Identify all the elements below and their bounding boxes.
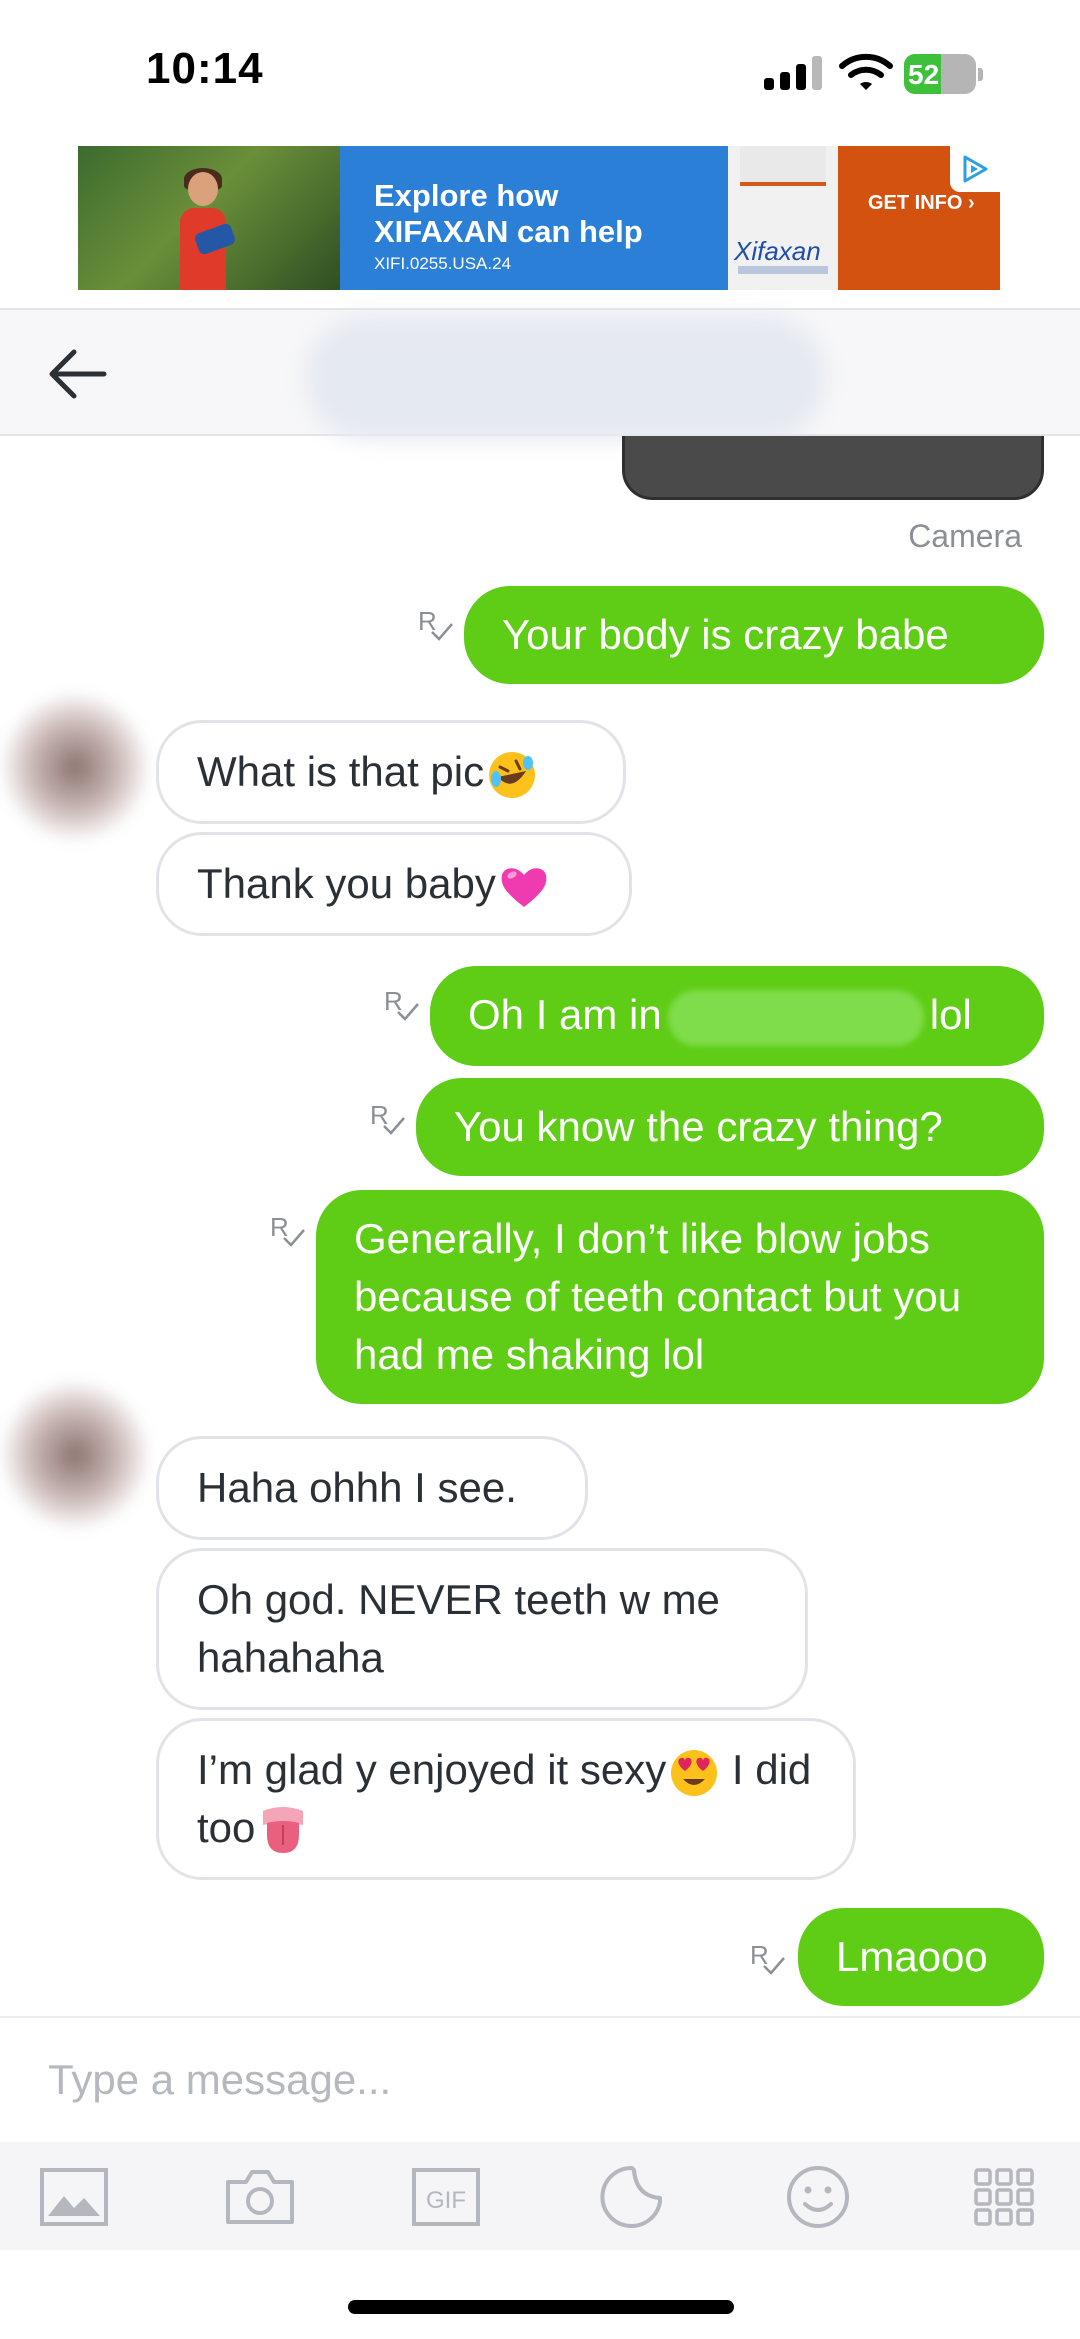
ad-product-image: Xifaxan — [728, 146, 838, 290]
wifi-icon — [838, 52, 894, 92]
chat-header: ████████ — [0, 308, 1080, 440]
message-composer — [0, 2016, 1080, 2142]
contact-avatar[interactable] — [0, 692, 150, 842]
ad-photo — [78, 146, 340, 290]
incoming-message[interactable]: Oh god. NEVER teeth w me hahahaha — [156, 1548, 808, 1710]
battery-percent: 52 — [908, 59, 940, 90]
battery-icon: 52 — [904, 54, 984, 94]
message-text: Your body is crazy babe — [502, 611, 949, 658]
camera-icon[interactable] — [224, 2162, 296, 2232]
status-time: 10:14 — [146, 44, 264, 93]
apps-grid-icon[interactable] — [968, 2162, 1040, 2232]
message-text: What is that pic — [197, 748, 485, 795]
gif-label: GIF — [426, 2187, 466, 2214]
incoming-message[interactable]: Haha ohhh I see. — [156, 1436, 588, 1540]
read-receipt-icon: R — [418, 606, 458, 648]
contact-name[interactable]: ████████ — [306, 316, 826, 440]
incoming-message[interactable]: I’m glad y enjoyed it sexy I did too — [156, 1718, 856, 1880]
message-text: Generally, I don’t like blow jobs becaus… — [354, 1215, 962, 1378]
gif-icon[interactable]: GIF — [410, 2162, 482, 2232]
message-text: lol — [929, 991, 972, 1038]
composer-toolbar: GIF — [0, 2142, 1080, 2250]
image-icon[interactable] — [38, 2162, 110, 2232]
message-text: Haha ohhh I see. — [197, 1464, 517, 1511]
outgoing-message[interactable]: Lmaooo — [798, 1908, 1044, 2006]
pink-heart-emoji-icon — [501, 868, 547, 907]
photo-message[interactable] — [622, 436, 1044, 500]
read-receipt-icon: R — [270, 1212, 310, 1254]
status-bar: 10:14 52 — [0, 0, 1080, 140]
ad-banner[interactable]: Explore how XIFAXAN can help XIFI.0255.U… — [78, 146, 1000, 290]
home-indicator[interactable] — [348, 2300, 734, 2314]
outgoing-message[interactable]: Generally, I don’t like blow jobs becaus… — [316, 1190, 1044, 1404]
media-caption: Camera — [908, 518, 1022, 554]
message-text: You know the crazy thing? — [454, 1103, 943, 1150]
message-text: Oh I am in — [468, 991, 662, 1038]
message-thread[interactable]: Camera R Your body is crazy babe What is… — [0, 436, 1080, 2016]
rolling-laughing-emoji-icon — [489, 751, 536, 798]
message-text: Thank you baby — [197, 860, 496, 907]
ad-headline-line2: XIFAXAN can help — [374, 214, 643, 249]
message-text: Oh god. NEVER teeth w me hahahaha — [197, 1576, 720, 1681]
tongue-emoji-icon — [263, 1806, 304, 1853]
read-receipt-icon: R — [370, 1100, 410, 1142]
outgoing-message[interactable]: Oh I am in lol — [430, 966, 1044, 1066]
message-text: I’m glad y enjoyed it sexy — [197, 1746, 667, 1793]
sticker-icon[interactable] — [596, 2162, 668, 2232]
read-receipt-icon: R — [384, 986, 424, 1028]
emoji-icon[interactable] — [782, 2162, 854, 2232]
redacted-location — [667, 989, 924, 1046]
ad-code: XIFI.0255.USA.24 — [374, 254, 512, 273]
ad-cta-label: GET INFO › — [868, 192, 975, 214]
incoming-message[interactable]: What is that pic — [156, 720, 626, 824]
contact-avatar[interactable] — [0, 1380, 150, 1530]
heart-eyes-emoji-icon — [671, 1749, 718, 1796]
outgoing-message[interactable]: Your body is crazy babe — [464, 586, 1044, 684]
cellular-signal-icon — [764, 56, 824, 90]
incoming-message[interactable]: Thank you baby — [156, 832, 632, 936]
message-text: Lmaooo — [836, 1933, 988, 1980]
ad-choices-icon[interactable] — [950, 146, 1000, 192]
outgoing-message[interactable]: You know the crazy thing? — [416, 1078, 1044, 1176]
read-receipt-icon: R — [750, 1940, 790, 1982]
ad-headline-line1: Explore how — [374, 178, 559, 213]
ad-product-label: Xifaxan — [734, 236, 821, 266]
arrow-left-icon — [49, 349, 107, 399]
message-input[interactable] — [48, 2040, 1028, 2120]
back-button[interactable] — [44, 342, 114, 406]
